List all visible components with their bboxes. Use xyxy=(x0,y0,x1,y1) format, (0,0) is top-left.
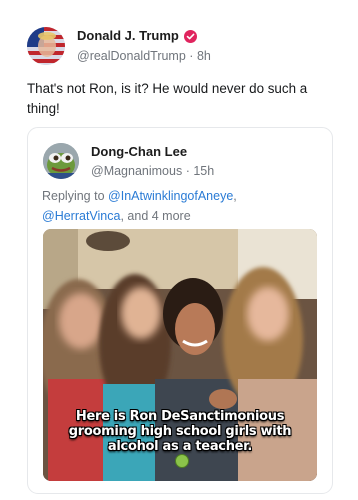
reply-separator: , xyxy=(233,189,237,203)
caption-line: grooming high school girls with xyxy=(68,424,292,439)
post-text: That's not Ron, is it? He would never do… xyxy=(27,81,308,116)
post-card: Donald J. Trump @realDonaldTrump · 8h Th… xyxy=(0,0,358,500)
caption-line: alcohol as a teacher. xyxy=(107,439,253,454)
post-time[interactable]: 8h xyxy=(197,49,211,63)
reply-handle-link[interactable]: @InAtwinklingofAneye xyxy=(108,189,233,203)
reply-more: , and 4 more xyxy=(120,209,191,223)
reply-handle-link[interactable]: @HerratVinca xyxy=(42,209,120,223)
separator-dot: · xyxy=(185,164,190,178)
quoted-post[interactable]: Dong-Chan Lee @Magnanimous · 15h Replyin… xyxy=(27,127,333,494)
author-handle[interactable]: @realDonaldTrump xyxy=(77,49,186,63)
post-header: Donald J. Trump @realDonaldTrump · 8h xyxy=(77,28,211,64)
quote-header: Dong-Chan Lee @Magnanimous · 15h xyxy=(91,144,214,179)
quote-image[interactable]: Here is Ron DeSanctimonious grooming hig… xyxy=(43,229,317,481)
caption-line: Here is Ron DeSanctimonious xyxy=(75,409,285,424)
replying-prefix: Replying to xyxy=(42,189,105,203)
flag-portrait-image xyxy=(27,27,65,65)
nauseated-face-icon xyxy=(174,454,189,468)
separator-dot: · xyxy=(189,49,194,63)
pepe-avatar-image xyxy=(43,143,79,179)
quote-author-handle[interactable]: @Magnanimous xyxy=(91,164,182,178)
author-name[interactable]: Donald J. Trump xyxy=(77,28,179,44)
verified-badge-icon xyxy=(183,29,197,43)
quote-author-name[interactable]: Dong-Chan Lee xyxy=(91,144,214,160)
image-caption: Here is Ron DeSanctimonious grooming hig… xyxy=(43,409,317,471)
replying-to: Replying to @InAtwinklingofAneye, @Herra… xyxy=(42,186,322,226)
author-avatar[interactable] xyxy=(27,27,65,65)
quote-time[interactable]: 15h xyxy=(193,164,214,178)
quote-author-avatar[interactable] xyxy=(43,143,79,179)
